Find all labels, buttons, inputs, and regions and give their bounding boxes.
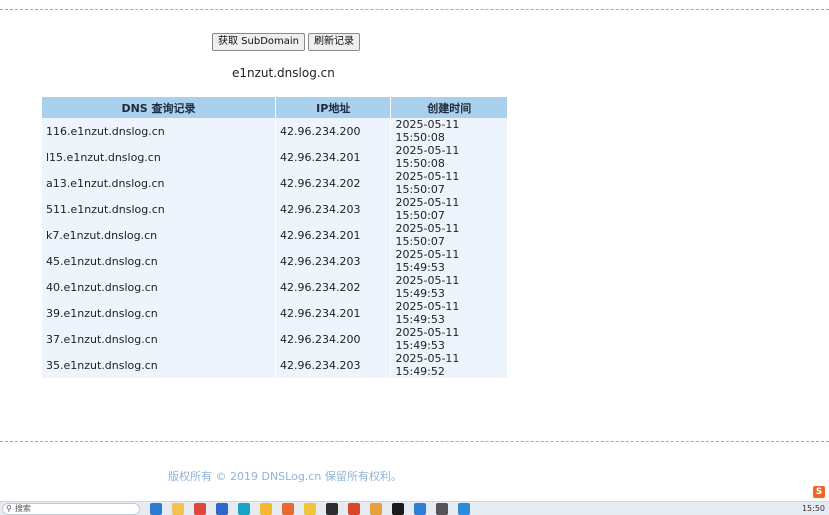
- ip-address-cell: 42.96.234.203: [275, 196, 392, 222]
- app-icon[interactable]: [414, 502, 426, 515]
- search-icon: ⚲: [6, 504, 12, 513]
- chrome-icon[interactable]: [194, 502, 206, 515]
- created-time-cell: 2025-05-11 15:50:07: [390, 222, 507, 248]
- ip-address-cell: 42.96.234.201: [275, 222, 392, 248]
- dns-query-cell: a13.e1nzut.dnslog.cn: [42, 170, 277, 196]
- taskbar: ⚲ 搜索 15:50: [0, 501, 829, 515]
- table-row: 511.e1nzut.dnslog.cn 42.96.234.203 2025-05…: [42, 196, 507, 222]
- dns-query-cell: 511.e1nzut.dnslog.cn: [42, 196, 277, 222]
- table-row: 39.e1nzut.dnslog.cn 42.96.234.201 2025-05-…: [42, 300, 507, 326]
- system-tray: 15:50: [802, 504, 829, 513]
- dns-query-cell: k7.e1nzut.dnslog.cn: [42, 222, 277, 248]
- ip-address-cell: 42.96.234.201: [275, 300, 392, 326]
- created-time-cell: 2025-05-11 15:50:08: [390, 118, 507, 144]
- mail-icon[interactable]: [282, 502, 294, 515]
- table-row: 35.e1nzut.dnslog.cn 42.96.234.203 2025-05-…: [42, 352, 507, 378]
- created-time-cell: 2025-05-11 15:49:53: [390, 274, 507, 300]
- file-explorer-icon[interactable]: [172, 502, 184, 515]
- ip-address-cell: 42.96.234.200: [275, 326, 392, 352]
- pycharm-icon[interactable]: [392, 502, 404, 515]
- copyright-footer: 版权所有 © 2019 DNSLog.cn 保留所有权利。: [168, 470, 402, 483]
- dns-query-cell: 45.e1nzut.dnslog.cn: [42, 248, 277, 274]
- table-row: a13.e1nzut.dnslog.cn 42.96.234.202 2025-05…: [42, 170, 507, 196]
- created-time-cell: 2025-05-11 15:50:07: [390, 196, 507, 222]
- table-row: k7.e1nzut.dnslog.cn 42.96.234.201 2025-05-…: [42, 222, 507, 248]
- dns-query-cell: 39.e1nzut.dnslog.cn: [42, 300, 277, 326]
- bottom-divider: [0, 441, 829, 442]
- table-row: 45.e1nzut.dnslog.cn 42.96.234.203 2025-05-…: [42, 248, 507, 274]
- ip-address-cell: 42.96.234.203: [275, 352, 392, 378]
- table-header-row: DNS 查询记录 IP地址 创建时间: [42, 97, 507, 118]
- created-time-cell: 2025-05-11 15:49:53: [390, 248, 507, 274]
- created-time-cell: 2025-05-11 15:50:08: [390, 144, 507, 170]
- created-time-cell: 2025-05-11 15:49:52: [390, 352, 507, 378]
- ip-address-cell: 42.96.234.202: [275, 274, 392, 300]
- sogou-ime-icon[interactable]: S: [813, 486, 825, 498]
- table-row: l15.e1nzut.dnslog.cn 42.96.234.201 2025-05…: [42, 144, 507, 170]
- top-divider: [0, 9, 829, 10]
- ip-address-cell: 42.96.234.203: [275, 248, 392, 274]
- dns-query-cell: 35.e1nzut.dnslog.cn: [42, 352, 277, 378]
- header-ip-address: IP地址: [275, 97, 392, 118]
- taskbar-apps: [150, 502, 470, 515]
- dns-query-cell: l15.e1nzut.dnslog.cn: [42, 144, 277, 170]
- ip-address-cell: 42.96.234.201: [275, 144, 392, 170]
- header-created-time: 创建时间: [390, 97, 507, 118]
- edge-icon[interactable]: [150, 502, 162, 515]
- clock[interactable]: 15:50: [802, 504, 825, 513]
- photo-icon[interactable]: [370, 502, 382, 515]
- search-placeholder: 搜索: [14, 504, 31, 513]
- get-subdomain-button[interactable]: 获取 SubDomain: [212, 33, 306, 51]
- office-icon[interactable]: [348, 502, 360, 515]
- avatar-icon[interactable]: [436, 502, 448, 515]
- dns-query-cell: 40.e1nzut.dnslog.cn: [42, 274, 277, 300]
- table-row: 116.e1nzut.dnslog.cn 42.96.234.200 2025-05…: [42, 118, 507, 144]
- table-row: 37.e1nzut.dnslog.cn 42.96.234.200 2025-05-…: [42, 326, 507, 352]
- ip-address-cell: 42.96.234.200: [275, 118, 392, 144]
- ip-address-cell: 42.96.234.202: [275, 170, 392, 196]
- browser-icon[interactable]: [238, 502, 250, 515]
- created-time-cell: 2025-05-11 15:50:07: [390, 170, 507, 196]
- store-icon[interactable]: [216, 502, 228, 515]
- folder-icon[interactable]: [260, 502, 272, 515]
- dns-records-table: DNS 查询记录 IP地址 创建时间 116.e1nzut.dnslog.cn 4…: [42, 97, 507, 378]
- header-dns-query: DNS 查询记录: [42, 97, 277, 118]
- vscode-icon[interactable]: [458, 502, 470, 515]
- created-time-cell: 2025-05-11 15:49:53: [390, 300, 507, 326]
- table-row: 40.e1nzut.dnslog.cn 42.96.234.202 2025-05-…: [42, 274, 507, 300]
- notes-icon[interactable]: [304, 502, 316, 515]
- current-domain: e1nzut.dnslog.cn: [232, 66, 335, 80]
- dns-query-cell: 37.e1nzut.dnslog.cn: [42, 326, 277, 352]
- dns-query-cell: 116.e1nzut.dnslog.cn: [42, 118, 277, 144]
- taskbar-search-input[interactable]: ⚲ 搜索: [2, 502, 140, 515]
- terminal-icon[interactable]: [326, 502, 338, 515]
- created-time-cell: 2025-05-11 15:49:53: [390, 326, 507, 352]
- action-buttons: 获取 SubDomain 刷新记录: [212, 33, 361, 51]
- refresh-records-button[interactable]: 刷新记录: [308, 33, 361, 51]
